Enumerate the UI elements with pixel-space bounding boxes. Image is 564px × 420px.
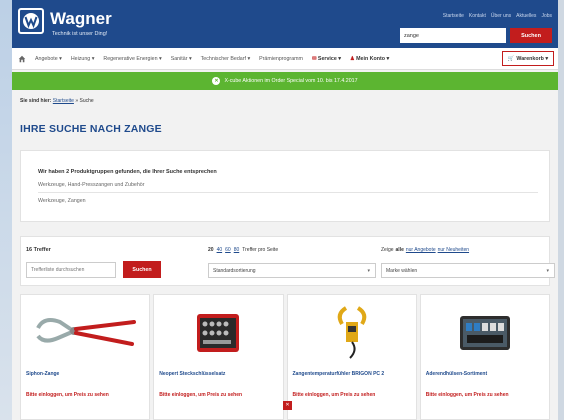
breadcrumb-separator: » [75, 98, 79, 104]
filter-button[interactable]: Suchen [123, 261, 161, 278]
chevron-down-icon: ▾ [546, 268, 549, 274]
per-page-selector: 20 40 60 80 Treffer pro Seite [208, 247, 278, 253]
nav-service-label: Service ▾ [317, 55, 341, 62]
brand-name[interactable]: Wagner [50, 9, 112, 29]
main-nav: Angebote ▾ Heizung ▾ Regenerative Energi… [12, 48, 558, 70]
cart-button[interactable]: 🛒 Warenkorb ▾ [501, 51, 554, 66]
page-title: IHRE SUCHE NACH ZANGE [20, 123, 162, 135]
nav-item-renewables[interactable]: Regenerative Energien ▾ [103, 56, 161, 62]
webshop-page: Wagner Technik ist unser Ding! Startseit… [12, 0, 558, 420]
nav-item-service[interactable]: ✉ Service ▾ [312, 56, 341, 62]
login-price-link[interactable]: Bitte einloggen, um Preis zu sehen [26, 392, 109, 398]
nav-item-technical[interactable]: Technischer Bedarf ▾ [201, 56, 250, 62]
per-page-80[interactable]: 80 [234, 247, 240, 253]
x-cube-icon: ✕ [212, 77, 221, 85]
per-page-40[interactable]: 40 [217, 247, 223, 253]
scroll-up-icon[interactable]: ✕ [283, 401, 292, 410]
top-link-home[interactable]: Startseite [443, 13, 464, 19]
sort-select[interactable]: Standardsortierung ▾ [208, 263, 376, 278]
per-page-current: 20 [208, 247, 214, 253]
login-price-link[interactable]: Bitte einloggen, um Preis zu sehen [159, 392, 242, 398]
search-button[interactable]: Suchen [510, 28, 552, 43]
breadcrumb-home-link[interactable]: Startseite [53, 98, 74, 104]
group-link-pliers[interactable]: Werkzeuge, Zangen [38, 198, 86, 204]
top-links: Startseite Kontakt Über uns Aktuelles Jo… [443, 13, 552, 19]
product-name[interactable]: Neopert Steckschlüsselsatz [159, 371, 225, 377]
cart-label: Warenkorb ▾ [516, 55, 548, 62]
login-price-link[interactable]: Bitte einloggen, um Preis zu sehen [426, 392, 509, 398]
top-link-news[interactable]: Aktuelles [516, 13, 536, 19]
nav-item-rewards[interactable]: Prämienprogramm [259, 56, 303, 62]
top-link-contact[interactable]: Kontakt [469, 13, 486, 19]
brand-select[interactable]: Marke wählen ▾ [381, 263, 555, 278]
cart-icon: 🛒 [507, 55, 515, 62]
product-card[interactable]: Siphon-Zange Bitte einloggen, um Preis z… [20, 294, 151, 420]
nav-item-account[interactable]: ♟ Mein Konto ▾ [350, 56, 389, 62]
nav-account-label: Mein Konto ▾ [356, 55, 390, 62]
hit-count: 16 Treffer [26, 247, 51, 253]
results-toolbar: 16 Treffer Suchen 20 40 60 80 Treffer pr… [20, 236, 555, 286]
product-card[interactable]: Zangentemperaturfühler BRIGON PC 2 Bitte… [286, 294, 417, 420]
brand-tagline: Technik ist unser Ding! [52, 31, 108, 37]
site-header: Wagner Technik ist unser Ding! Startseit… [12, 0, 558, 48]
groups-headline: Wir haben 2 Produktgruppen gefunden, die… [38, 169, 217, 175]
breadcrumb-lead: Sie sind hier: [20, 98, 52, 104]
show-offers-link[interactable]: nur Angebote [406, 247, 436, 253]
show-filter: Zeige alle nur Angebote nur Neuheiten [381, 247, 469, 253]
group-link-press-tools[interactable]: Werkzeuge, Hand-Presszangen und Zubehör [38, 182, 145, 188]
ferrule-case-icon[interactable] [421, 301, 549, 363]
per-page-suffix: Treffer pro Seite [242, 247, 279, 253]
product-card[interactable]: Neopert Steckschlüsselsatz Bitte einlogg… [153, 294, 284, 420]
product-groups-box: Wir haben 2 Produktgruppen gefunden, die… [20, 150, 550, 222]
wagner-logo-icon[interactable] [18, 8, 44, 34]
product-name[interactable]: Siphon-Zange [26, 371, 59, 377]
product-name[interactable]: Aderendhülsen-Sortiment [426, 371, 487, 377]
chevron-down-icon: ▾ [367, 268, 370, 274]
top-link-about[interactable]: Über uns [491, 13, 511, 19]
nav-item-heating[interactable]: Heizung ▾ [71, 56, 95, 62]
home-icon[interactable] [18, 55, 26, 63]
show-prefix: Zeige [381, 247, 394, 253]
sort-value: Standardsortierung [213, 267, 256, 274]
promo-text: X-cube Aktionen im Order Special vom 10.… [224, 78, 358, 84]
nav-item-sanitary[interactable]: Sanitär ▾ [171, 56, 192, 62]
clamp-sensor-icon[interactable] [288, 301, 416, 363]
chat-icon: ✉ [311, 55, 317, 62]
user-icon: ♟ [349, 55, 355, 62]
product-name[interactable]: Zangentemperaturfühler BRIGON PC 2 [293, 371, 385, 377]
show-all[interactable]: alle [396, 247, 404, 253]
groups-divider [38, 192, 538, 193]
product-card[interactable]: Aderendhülsen-Sortiment Bitte einloggen,… [419, 294, 550, 420]
breadcrumb-current: Suche [79, 98, 94, 104]
brand-value: Marke wählen [386, 267, 418, 274]
filter-input[interactable] [26, 262, 116, 278]
pliers-icon[interactable] [21, 301, 149, 363]
search-input[interactable] [400, 28, 506, 43]
login-price-link[interactable]: Bitte einloggen, um Preis zu sehen [293, 392, 376, 398]
breadcrumb: Sie sind hier: Startseite » Suche [20, 98, 94, 104]
per-page-60[interactable]: 60 [225, 247, 231, 253]
nav-item-offers[interactable]: Angebote ▾ [35, 56, 62, 62]
promo-banner[interactable]: ✕ X-cube Aktionen im Order Special vom 1… [12, 72, 558, 90]
socket-set-icon[interactable] [154, 301, 282, 363]
show-new-link[interactable]: nur Neuheiten [438, 247, 469, 253]
top-link-jobs[interactable]: Jobs [541, 13, 552, 19]
